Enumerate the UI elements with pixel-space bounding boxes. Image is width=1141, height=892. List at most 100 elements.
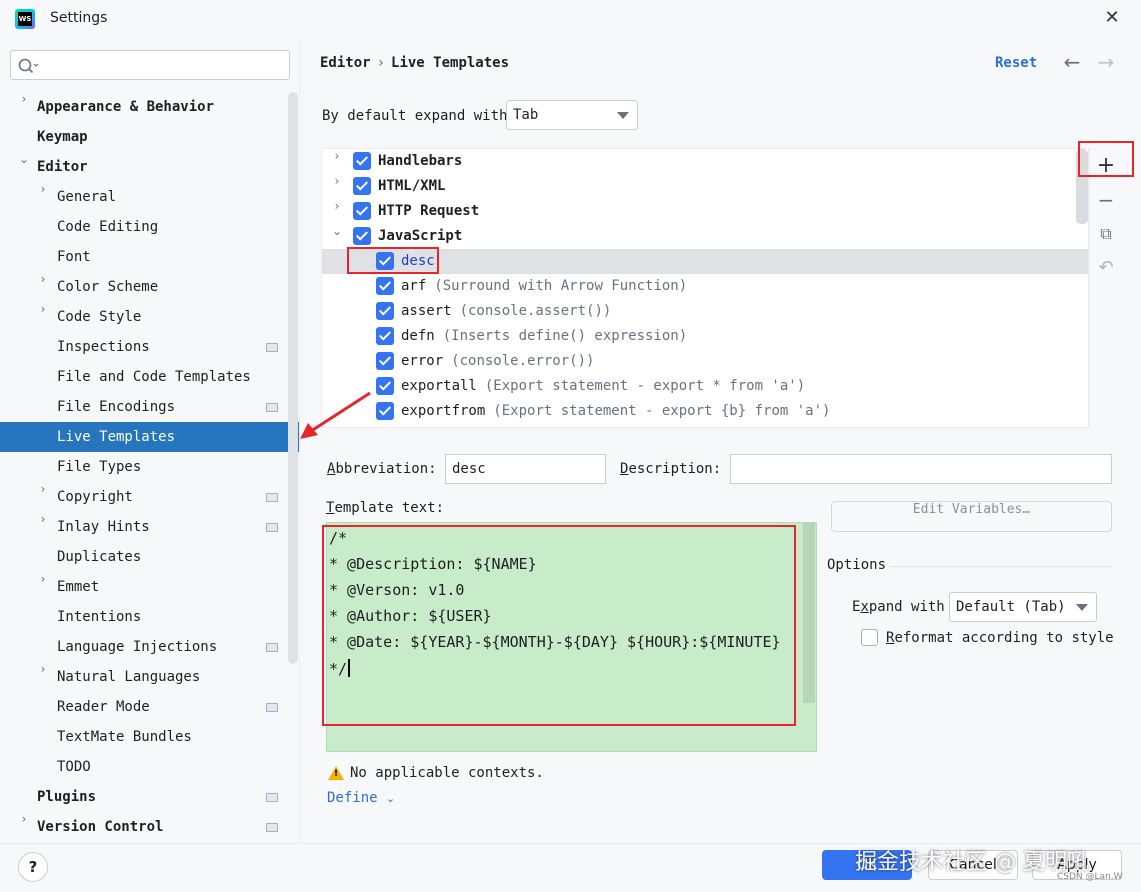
settings-search-input[interactable]	[10, 50, 290, 80]
sidebar-item[interactable]: Code Editing	[0, 212, 299, 242]
template-text-line: /*	[329, 529, 347, 547]
revert-template-button[interactable]: ↶	[1090, 254, 1122, 282]
template-row[interactable]: exportall (Export statement - export * fr…	[322, 374, 1088, 399]
template-text-editor[interactable]: /* * @Description: ${NAME} * @Verson: v1.0…	[326, 522, 817, 752]
edit-variables-button[interactable]: Edit Variables…	[831, 501, 1112, 532]
search-icon	[18, 58, 39, 74]
chevron-right-icon[interactable]: ›	[36, 572, 50, 602]
sidebar-item[interactable]: › Natural Languages	[0, 662, 299, 692]
template-row[interactable]: desc	[322, 249, 1088, 274]
template-enabled-checkbox[interactable]	[376, 327, 394, 345]
sidebar-item[interactable]: › Version Control	[0, 812, 299, 842]
remove-template-button[interactable]: −	[1090, 186, 1122, 214]
chevron-right-icon[interactable]: ›	[36, 662, 50, 692]
back-arrow-icon[interactable]: ←	[1060, 50, 1084, 74]
template-group-row[interactable]: ⌄ JavaScript	[322, 224, 1088, 249]
sidebar-item[interactable]: File and Code Templates	[0, 362, 299, 392]
sidebar-scrollbar[interactable]	[288, 92, 298, 664]
help-button[interactable]: ?	[18, 852, 48, 882]
template-name: exportall (Export statement - export * fr…	[401, 374, 805, 399]
template-row[interactable]: exportfrom (Export statement - export {b}…	[322, 399, 1088, 424]
sidebar-item[interactable]: Language Injections	[0, 632, 299, 662]
options-title: Options	[827, 557, 887, 573]
sidebar-item-label: Color Scheme	[57, 279, 159, 295]
add-template-button[interactable]: +	[1090, 152, 1122, 180]
template-enabled-checkbox[interactable]	[376, 402, 394, 420]
sidebar-item[interactable]: › Emmet	[0, 572, 299, 602]
template-enabled-checkbox[interactable]	[376, 252, 394, 270]
sidebar-item[interactable]: › Appearance & Behavior	[0, 92, 299, 122]
sidebar-item[interactable]: Inspections	[0, 332, 299, 362]
template-abbreviation: defn	[401, 328, 435, 344]
sidebar-item-label: TextMate Bundles	[57, 729, 192, 745]
sidebar-item[interactable]: › General	[0, 182, 299, 212]
chevron-right-icon[interactable]: ›	[36, 272, 50, 302]
sidebar-item[interactable]: Live Templates	[0, 422, 299, 452]
project-scope-icon	[266, 403, 278, 412]
template-row[interactable]: assert (console.assert())	[322, 299, 1088, 324]
sidebar-item[interactable]: File Encodings	[0, 392, 299, 422]
sidebar-item[interactable]: ⌄ Editor	[0, 152, 299, 182]
default-expand-select[interactable]: Tab	[506, 100, 638, 130]
sidebar-item[interactable]: › Color Scheme	[0, 272, 299, 302]
template-description: (Export statement - export * from 'a')	[484, 378, 806, 394]
sidebar-item[interactable]: TextMate Bundles	[0, 722, 299, 752]
sidebar-item[interactable]: Reader Mode	[0, 692, 299, 722]
chevron-right-icon[interactable]: ›	[36, 482, 50, 512]
breadcrumb-separator: ›	[376, 55, 386, 71]
chevron-right-icon[interactable]: ›	[17, 812, 31, 842]
forward-arrow-icon[interactable]: →	[1094, 50, 1118, 74]
template-group-row[interactable]: › Handlebars	[322, 149, 1088, 174]
sidebar-item[interactable]: Keymap	[0, 122, 299, 152]
chevron-down-icon[interactable]: ⌄	[17, 152, 31, 182]
template-abbreviation: arf	[401, 278, 427, 294]
copy-template-button[interactable]: ⧉	[1090, 220, 1122, 248]
template-enabled-checkbox[interactable]	[353, 227, 371, 245]
sidebar-item[interactable]: Duplicates	[0, 542, 299, 572]
reformat-checkbox[interactable]	[861, 629, 878, 646]
template-line-text: * @Author: ${USER}	[329, 607, 492, 625]
sidebar-item[interactable]: Plugins	[0, 782, 299, 812]
template-enabled-checkbox[interactable]	[376, 277, 394, 295]
sidebar-item[interactable]: Intentions	[0, 602, 299, 632]
close-window-button[interactable]: ✕	[1100, 6, 1124, 30]
sidebar-item-label: Duplicates	[57, 549, 142, 565]
template-row[interactable]: defn (Inserts define() expression)	[322, 324, 1088, 349]
sidebar-item[interactable]: Font	[0, 242, 299, 272]
chevron-right-icon[interactable]: ›	[17, 92, 31, 122]
chevron-right-icon[interactable]: ›	[36, 512, 50, 542]
sidebar-item[interactable]: › Inlay Hints	[0, 512, 299, 542]
sidebar-item[interactable]: TODO	[0, 752, 299, 782]
description-input[interactable]	[730, 454, 1112, 484]
expand-with-select[interactable]: Default (Tab)	[949, 592, 1097, 622]
define-contexts-link[interactable]: Define ⌄	[327, 790, 395, 806]
template-enabled-checkbox[interactable]	[376, 302, 394, 320]
chevron-right-icon[interactable]: ›	[330, 174, 344, 188]
chevron-right-icon[interactable]: ›	[36, 302, 50, 332]
chevron-right-icon[interactable]: ›	[36, 182, 50, 212]
template-row[interactable]: arf (Surround with Arrow Function)	[322, 274, 1088, 299]
sidebar-item[interactable]: › Code Style	[0, 302, 299, 332]
template-enabled-checkbox[interactable]	[353, 152, 371, 170]
template-enabled-checkbox[interactable]	[353, 202, 371, 220]
template-line-text: * @Date: ${YEAR}-${MONTH}-${DAY} ${HOUR}…	[329, 633, 781, 651]
abbreviation-input[interactable]: desc	[445, 454, 606, 484]
template-row[interactable]: error (console.error())	[322, 349, 1088, 374]
template-group-row[interactable]: › HTML/XML	[322, 174, 1088, 199]
breadcrumb-editor[interactable]: Editor	[320, 55, 371, 71]
template-enabled-checkbox[interactable]	[353, 177, 371, 195]
chevron-down-icon[interactable]: ⌄	[330, 224, 344, 238]
sidebar-item-label: Natural Languages	[57, 669, 201, 685]
chevron-right-icon[interactable]: ›	[330, 199, 344, 213]
reset-link[interactable]: Reset	[995, 55, 1037, 71]
sidebar-item[interactable]: › Copyright	[0, 482, 299, 512]
template-enabled-checkbox[interactable]	[376, 352, 394, 370]
template-abbreviation: HTTP Request	[378, 203, 480, 219]
project-scope-icon	[266, 493, 278, 502]
templates-scrollbar[interactable]	[1076, 149, 1088, 224]
chevron-right-icon[interactable]: ›	[330, 149, 344, 163]
template-group-row[interactable]: › HTTP Request	[322, 199, 1088, 224]
template-text-scrollbar[interactable]	[803, 523, 815, 703]
template-enabled-checkbox[interactable]	[376, 377, 394, 395]
sidebar-item[interactable]: File Types	[0, 452, 299, 482]
